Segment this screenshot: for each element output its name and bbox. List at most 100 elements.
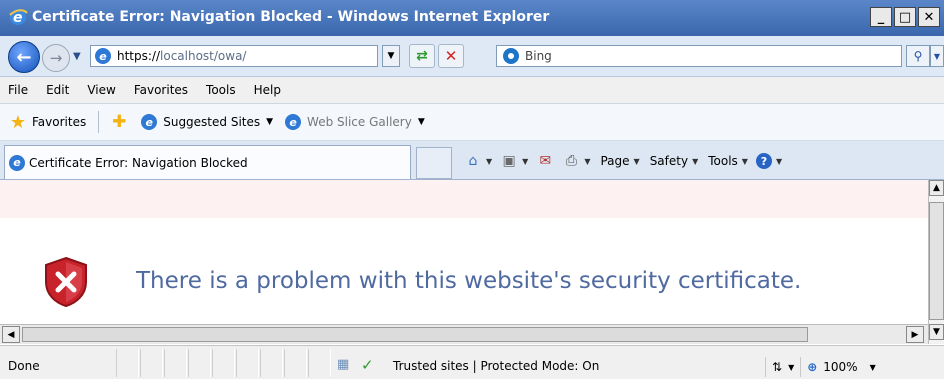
stop-icon: ✕ xyxy=(444,47,458,65)
ie-logo-icon: e xyxy=(9,9,28,26)
status-pane xyxy=(284,349,307,377)
favorites-divider xyxy=(98,111,100,133)
security-zone-icons: ▦ ✓ xyxy=(337,356,374,374)
chevron-down-icon[interactable]: ▼ xyxy=(634,157,640,166)
maximize-button[interactable]: □ xyxy=(894,7,916,27)
chevron-down-icon[interactable]: ▼ xyxy=(486,157,492,166)
ie-page-icon: e xyxy=(141,114,158,130)
zoom-icon[interactable]: ⊕ xyxy=(807,360,817,374)
chevron-down-icon[interactable]: ▼ xyxy=(522,157,528,166)
status-divider xyxy=(765,357,766,377)
chevron-down-icon: ▼ xyxy=(417,117,425,127)
status-pane xyxy=(212,349,235,377)
favorites-star-icon[interactable]: ★ xyxy=(8,112,28,133)
refresh-icon: ⇄ xyxy=(416,48,428,64)
horizontal-scrollbar[interactable]: ◀ ▶ xyxy=(0,324,928,344)
search-input[interactable]: Bing xyxy=(496,45,902,67)
search-button[interactable]: ⚲ xyxy=(906,45,930,67)
menu-help[interactable]: Help xyxy=(245,83,290,97)
window-controls: _ □ ✕ xyxy=(870,7,940,27)
title-bar: e Certificate Error: Navigation Blocked … xyxy=(0,0,944,36)
url-protocol: https:// xyxy=(117,49,161,63)
search-icon: ⚲ xyxy=(913,49,923,63)
scroll-down-button[interactable]: ▼ xyxy=(929,324,944,340)
chevron-down-icon[interactable]: ▼ xyxy=(692,157,698,166)
chevron-down-icon[interactable]: ▼ xyxy=(870,363,876,372)
error-heading: There is a problem with this website's s… xyxy=(136,268,802,294)
status-pane xyxy=(260,349,283,377)
address-bar[interactable]: e https://localhost/owa/ xyxy=(90,45,378,67)
horizontal-scroll-thumb[interactable] xyxy=(22,327,808,342)
scroll-right-button[interactable]: ▶ xyxy=(906,326,924,343)
recent-pages-dropdown[interactable]: ▼ xyxy=(73,51,81,62)
scroll-left-button[interactable]: ◀ xyxy=(2,326,20,343)
security-zone-text[interactable]: Trusted sites | Protected Mode: On xyxy=(393,359,599,373)
refresh-button[interactable]: ⇄ xyxy=(409,44,435,68)
search-options-dropdown[interactable]: ▼ xyxy=(930,45,944,67)
add-to-favorites-bar-icon[interactable]: ✚ xyxy=(109,112,129,132)
address-url[interactable]: https://localhost/owa/ xyxy=(117,49,246,63)
menu-edit[interactable]: Edit xyxy=(37,83,78,97)
vertical-scrollbar[interactable]: ▲ ▼ xyxy=(928,180,944,344)
favorites-bar: ★ Favorites ✚ e Suggested Sites ▼ e Web … xyxy=(0,104,944,141)
forward-arrow-icon: → xyxy=(49,49,63,67)
menu-file[interactable]: File xyxy=(0,83,37,97)
new-tab-button[interactable] xyxy=(416,147,452,179)
status-pane xyxy=(116,349,139,377)
back-button[interactable]: ← xyxy=(8,41,40,73)
protected-mode-icon[interactable]: ⇅ xyxy=(772,360,782,374)
feeds-icon[interactable]: ▣ xyxy=(500,152,518,170)
url-host: localhost/owa/ xyxy=(160,49,247,63)
search-placeholder: Bing xyxy=(525,49,552,63)
chevron-down-icon[interactable]: ▼ xyxy=(788,363,794,372)
tab-ie-icon: e xyxy=(9,154,25,171)
safety-menu-button[interactable]: Safety xyxy=(650,154,688,168)
chevron-down-icon[interactable]: ▼ xyxy=(742,157,748,166)
print-icon[interactable]: ⎙ xyxy=(562,152,580,170)
scroll-up-button[interactable]: ▲ xyxy=(929,180,944,196)
close-button[interactable]: ✕ xyxy=(918,7,940,27)
menu-favorites[interactable]: Favorites xyxy=(125,83,197,97)
home-icon[interactable]: ⌂ xyxy=(464,152,482,170)
favorite-link-label: Suggested Sites xyxy=(163,115,261,129)
tab-certificate-error[interactable]: e Certificate Error: Navigation Blocked xyxy=(4,145,411,179)
vertical-scroll-thumb[interactable] xyxy=(929,202,944,320)
zoom-level[interactable]: 100% xyxy=(823,360,857,374)
status-pane xyxy=(140,349,163,377)
page-content: There is a problem with this website's s… xyxy=(0,180,928,324)
forward-button[interactable]: → xyxy=(42,44,70,72)
chevron-down-icon[interactable]: ▼ xyxy=(776,157,782,166)
status-pane xyxy=(188,349,211,377)
favorite-link-label: Web Slice Gallery xyxy=(307,115,412,129)
menu-bar: File Edit View Favorites Tools Help xyxy=(0,77,944,104)
tools-menu-button[interactable]: Tools xyxy=(708,154,738,168)
menu-tools[interactable]: Tools xyxy=(197,83,245,97)
address-dropdown-button[interactable]: ▼ xyxy=(382,45,400,67)
menu-view[interactable]: View xyxy=(78,83,124,97)
status-text: Done xyxy=(8,359,40,373)
content-header-band xyxy=(0,180,928,218)
status-pane xyxy=(236,349,259,377)
help-icon[interactable]: ? xyxy=(755,153,772,169)
page-ie-icon: e xyxy=(95,48,111,64)
favorites-button[interactable]: Favorites xyxy=(32,115,86,129)
navigation-bar: ← → ▼ e https://localhost/owa/ ▼ ⇄ ✕ Bin… xyxy=(0,36,944,77)
minimize-button[interactable]: _ xyxy=(870,7,892,27)
error-shield-icon xyxy=(45,256,87,308)
chevron-down-icon[interactable]: ▼ xyxy=(584,157,590,166)
tab-row: e Certificate Error: Navigation Blocked … xyxy=(0,141,944,180)
read-mail-icon[interactable]: ✉ xyxy=(536,152,554,170)
command-bar: ⌂ ▼ ▣ ▼ ✉ ⎙ ▼ Page ▼ Safety ▼ Tools ▼ ? … xyxy=(464,150,790,172)
status-divider xyxy=(800,357,802,377)
status-bar: Done ▦ ✓ Trusted sites | Protected Mode:… xyxy=(0,345,944,379)
tab-title: Certificate Error: Navigation Blocked xyxy=(29,155,248,170)
checkmark-icon: ✓ xyxy=(361,356,374,374)
favorite-link-suggested-sites[interactable]: e Suggested Sites ▼ xyxy=(141,114,273,130)
chevron-down-icon: ▼ xyxy=(266,117,274,127)
stop-button[interactable]: ✕ xyxy=(438,44,464,68)
favorite-link-web-slice-gallery[interactable]: e Web Slice Gallery ▼ xyxy=(285,114,425,130)
ie-page-icon: e xyxy=(285,114,302,130)
bing-logo-icon xyxy=(503,48,519,64)
page-menu-button[interactable]: Page xyxy=(600,154,629,168)
back-arrow-icon: ← xyxy=(16,46,32,68)
